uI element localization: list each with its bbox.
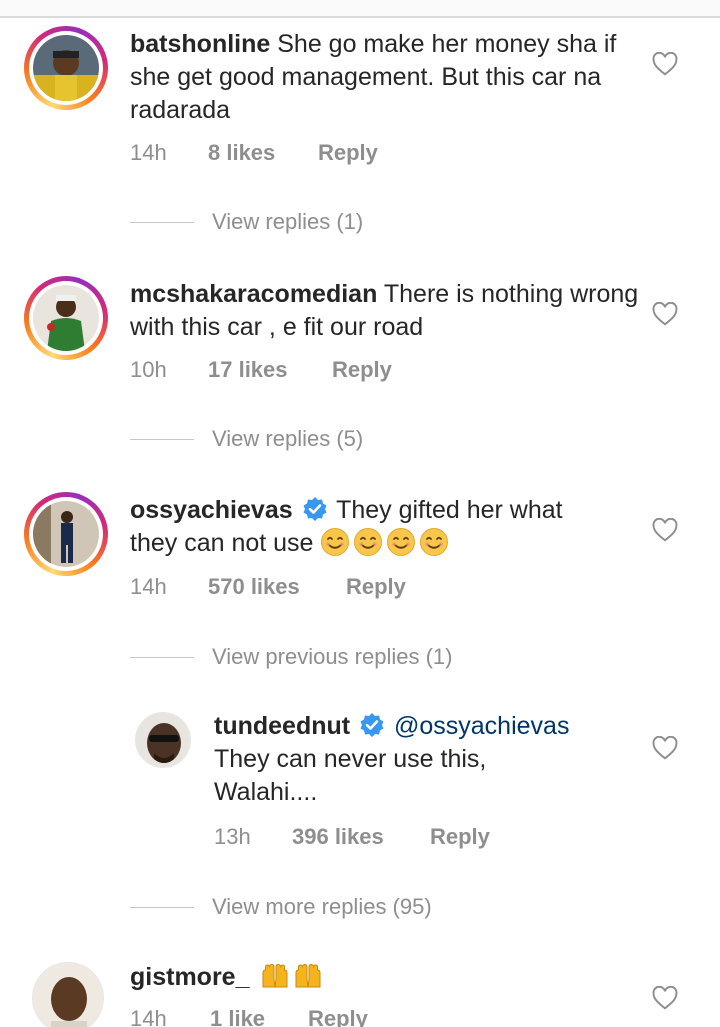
comment-likes[interactable]: 1 like (210, 1004, 308, 1027)
reply-username[interactable]: tundeednut (214, 712, 350, 740)
avatar[interactable] (24, 492, 108, 576)
divider-line (130, 438, 194, 440)
comment-text: they can not use (130, 529, 314, 557)
divider-line (130, 221, 194, 223)
reply-button[interactable]: Reply (430, 822, 490, 852)
verified-badge-icon (360, 713, 384, 737)
comment-time: 14h (130, 574, 167, 599)
avatar[interactable] (24, 26, 108, 110)
comment-text: They gifted her what (336, 496, 563, 524)
view-replies-button[interactable]: View replies (1) (130, 206, 363, 236)
heart-outline-icon[interactable] (652, 52, 678, 76)
smiling-face-icon (387, 528, 416, 556)
comment-username[interactable]: mcshakaracomedian (130, 280, 377, 308)
avatar[interactable] (24, 276, 108, 360)
reply-button[interactable]: Reply (332, 355, 392, 385)
comment-time: 10h (130, 357, 167, 382)
smiling-face-icon (321, 528, 350, 556)
avatar[interactable] (32, 962, 104, 1027)
comment-time: 14h (130, 140, 167, 165)
divider-line (130, 906, 194, 908)
comment-likes[interactable]: 8 likes (208, 138, 318, 168)
reply-time: 13h (214, 824, 251, 849)
heart-outline-icon[interactable] (652, 302, 678, 326)
view-previous-replies-button[interactable]: View previous replies (1) (130, 641, 452, 671)
comment-username[interactable]: ossyachievas (130, 496, 293, 524)
divider-line (130, 656, 194, 658)
heart-outline-icon[interactable] (652, 986, 678, 1010)
mention-link[interactable]: @ossyachievas (394, 712, 569, 740)
smiling-face-icon (354, 528, 383, 556)
comment-likes[interactable]: 17 likes (208, 355, 332, 385)
reply-likes[interactable]: 396 likes (292, 822, 430, 852)
heart-outline-icon[interactable] (652, 736, 678, 760)
reply-button[interactable]: Reply (308, 1004, 368, 1027)
reply-button[interactable]: Reply (346, 572, 406, 602)
raising-hands-icon (262, 963, 288, 988)
comment-username[interactable]: gistmore_ (130, 963, 249, 991)
comment-username[interactable]: batshonline (130, 30, 270, 58)
reply-button[interactable]: Reply (318, 138, 378, 168)
view-replies-button[interactable]: View replies (5) (130, 423, 363, 453)
avatar[interactable] (135, 712, 191, 768)
top-bar (0, 0, 720, 18)
comment-likes[interactable]: 570 likes (208, 572, 346, 602)
verified-badge-icon (303, 497, 327, 521)
view-more-replies-button[interactable]: View more replies (95) (130, 891, 432, 921)
reply-text: They can never use this, (214, 745, 487, 773)
smiling-face-icon (420, 528, 449, 556)
comment-time: 14h (130, 1006, 167, 1027)
raising-hands-icon (295, 963, 321, 988)
heart-outline-icon[interactable] (652, 518, 678, 542)
reply-text: Walahi.... (214, 778, 318, 806)
